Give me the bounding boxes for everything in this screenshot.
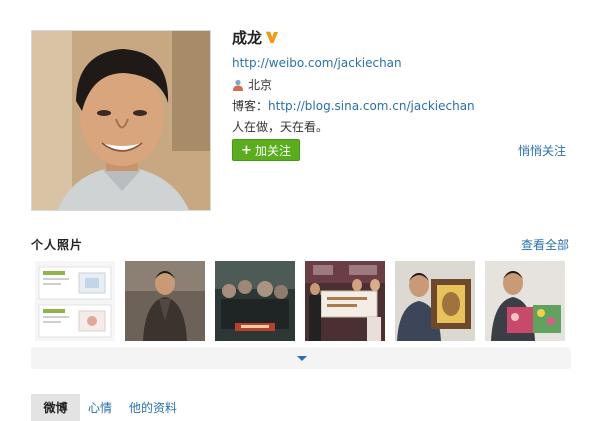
- tab-mood[interactable]: 心情: [80, 394, 121, 421]
- tab-profile-info[interactable]: 他的资料: [121, 394, 189, 421]
- profile-tabs: 微博 心情 他的资料: [31, 394, 189, 421]
- photo-thumbnail[interactable]: [215, 261, 295, 341]
- user-icon: [233, 79, 243, 91]
- quiet-follow-link[interactable]: 悄悄关注: [518, 142, 566, 159]
- location-text: 北京: [248, 78, 273, 92]
- location-row: 北京: [232, 76, 272, 93]
- photo-thumbnail[interactable]: [305, 261, 385, 341]
- photos-section-title: 个人照片: [31, 238, 84, 252]
- blog-url-link[interactable]: http://blog.sina.com.cn/jackiechan: [268, 99, 475, 113]
- chevron-down-icon: [297, 356, 307, 361]
- profile-avatar[interactable]: [31, 30, 211, 211]
- expand-photos-bar[interactable]: [31, 347, 571, 369]
- see-all-photos-link[interactable]: 查看全部: [521, 236, 569, 253]
- photo-thumbnail[interactable]: [125, 261, 205, 341]
- photo-thumbnail[interactable]: [485, 261, 565, 341]
- plus-icon: +: [241, 142, 252, 158]
- profile-header: 成龙: [232, 26, 279, 48]
- follow-button[interactable]: + 加关注: [232, 139, 300, 161]
- photo-thumbnail[interactable]: [395, 261, 475, 341]
- profile-motto: 人在做，天在看。: [232, 120, 329, 134]
- weibo-url-link[interactable]: http://weibo.com/jackiechan: [232, 56, 402, 70]
- name-row: 成龙: [232, 26, 279, 48]
- blog-row: 博客：http://blog.sina.com.cn/jackiechan: [232, 97, 475, 114]
- follow-button-label: 加关注: [254, 143, 291, 158]
- blog-label: 博客：: [232, 99, 269, 113]
- profile-name[interactable]: 成龙: [232, 27, 262, 48]
- verified-badge-icon: [266, 31, 279, 43]
- tab-weibo[interactable]: 微博: [31, 394, 80, 421]
- photo-thumbnail[interactable]: [35, 261, 115, 341]
